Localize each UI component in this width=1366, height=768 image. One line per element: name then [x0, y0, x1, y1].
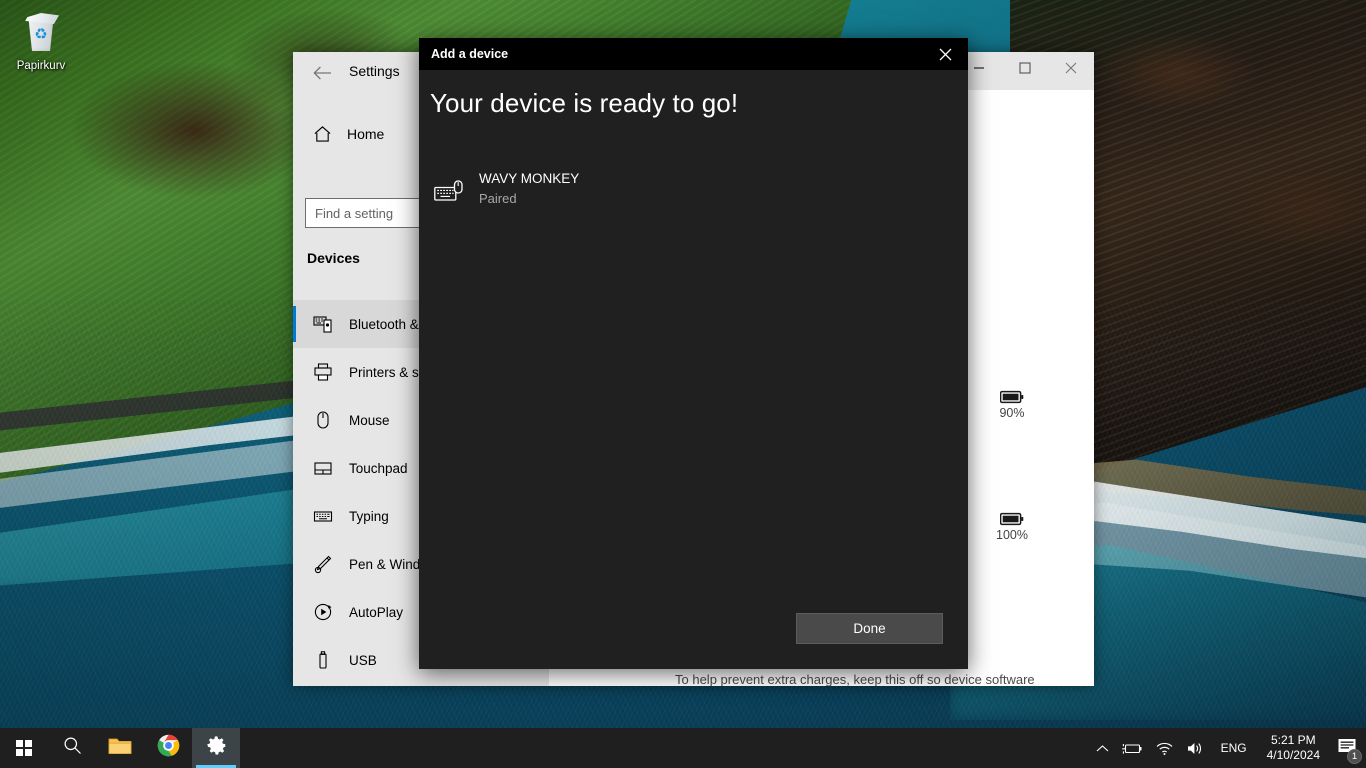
clock-time: 5:21 PM: [1270, 733, 1316, 747]
paired-device-info: WAVY MONKEY Paired: [479, 170, 579, 208]
sidebar-item-touchpad-label: Touchpad: [349, 460, 408, 476]
folder-icon: [108, 736, 132, 761]
battery-full-icon: [952, 512, 1072, 526]
sidebar-item-bluetooth-label: Bluetooth &: [349, 316, 419, 332]
settings-window-title: Settings: [349, 63, 400, 79]
chevron-up-icon[interactable]: [1090, 728, 1115, 768]
taskbar: ENG 5:21 PM 4/10/2024 1: [0, 728, 1366, 768]
autoplay-icon: [307, 602, 339, 622]
chrome-button[interactable]: [144, 728, 192, 768]
keyboard-mouse-icon: [431, 174, 467, 210]
window-caption-buttons: [956, 52, 1094, 84]
usb-icon: [307, 650, 339, 670]
file-explorer-button[interactable]: [96, 728, 144, 768]
gear-icon: [205, 734, 228, 762]
battery-level-label: 90%: [999, 406, 1025, 420]
dialog-titlebar[interactable]: Add a device: [419, 38, 968, 70]
sidebar-group-label: Devices: [307, 250, 360, 266]
sidebar-item-mouse-label: Mouse: [349, 412, 390, 428]
printer-icon: [307, 362, 339, 382]
notification-count-badge: 1: [1347, 749, 1362, 764]
wifi-icon[interactable]: [1149, 728, 1180, 768]
close-icon[interactable]: [922, 38, 968, 70]
battery-charging-icon[interactable]: [1115, 728, 1149, 768]
device-battery-row: 100%: [952, 512, 1072, 544]
paired-device-status: Paired: [479, 191, 517, 206]
sidebar-item-pen-label: Pen & Windo: [349, 556, 428, 572]
bluetooth-devices-icon: [307, 314, 339, 334]
desktop-icon-label: Papirkurv: [16, 60, 66, 72]
done-button[interactable]: Done: [796, 613, 943, 644]
battery-level-label: 100%: [996, 528, 1028, 542]
sidebar-item-home-label: Home: [347, 126, 385, 142]
paired-device-item[interactable]: WAVY MONKEY Paired: [431, 170, 579, 210]
recycle-bin-icon: ♻: [6, 8, 76, 58]
action-center-button[interactable]: 1: [1330, 728, 1364, 768]
search-icon: [63, 736, 82, 760]
speaker-icon[interactable]: [1180, 728, 1211, 768]
dialog-heading: Your device is ready to go!: [430, 88, 739, 118]
back-arrow-icon[interactable]: [303, 60, 341, 86]
home-icon: [305, 125, 339, 143]
windows-logo-icon: [16, 740, 32, 756]
clock[interactable]: 5:21 PM 4/10/2024: [1257, 728, 1330, 768]
sidebar-item-typing-label: Typing: [349, 508, 389, 524]
metered-connection-note: To help prevent extra charges, keep this…: [675, 672, 1035, 686]
sidebar-item-usb-label: USB: [349, 652, 377, 668]
dialog-title: Add a device: [431, 47, 509, 61]
sidebar-item-autoplay-label: AutoPlay: [349, 604, 404, 620]
language-indicator[interactable]: ENG: [1211, 728, 1257, 768]
system-tray: ENG 5:21 PM 4/10/2024 1: [1090, 728, 1366, 768]
add-device-dialog: Add a device Your device is ready to go!…: [419, 38, 968, 669]
desktop-icon-recycle-bin[interactable]: ♻ Papirkurv: [6, 8, 76, 73]
search-button[interactable]: [48, 728, 96, 768]
device-battery-row: 90%: [952, 390, 1072, 422]
taskbar-buttons: [0, 728, 240, 768]
battery-full-icon: [952, 390, 1072, 404]
mouse-icon: [307, 410, 339, 430]
close-icon[interactable]: [1048, 52, 1094, 84]
maximize-icon[interactable]: [1002, 52, 1048, 84]
settings-button[interactable]: [192, 728, 240, 768]
clock-date: 4/10/2024: [1266, 748, 1320, 762]
pen-icon: [307, 554, 339, 574]
start-button[interactable]: [0, 728, 48, 768]
paired-device-name: WAVY MONKEY: [479, 171, 580, 186]
touchpad-icon: [307, 458, 339, 478]
keyboard-icon: [307, 506, 339, 526]
chrome-icon: [157, 734, 180, 762]
